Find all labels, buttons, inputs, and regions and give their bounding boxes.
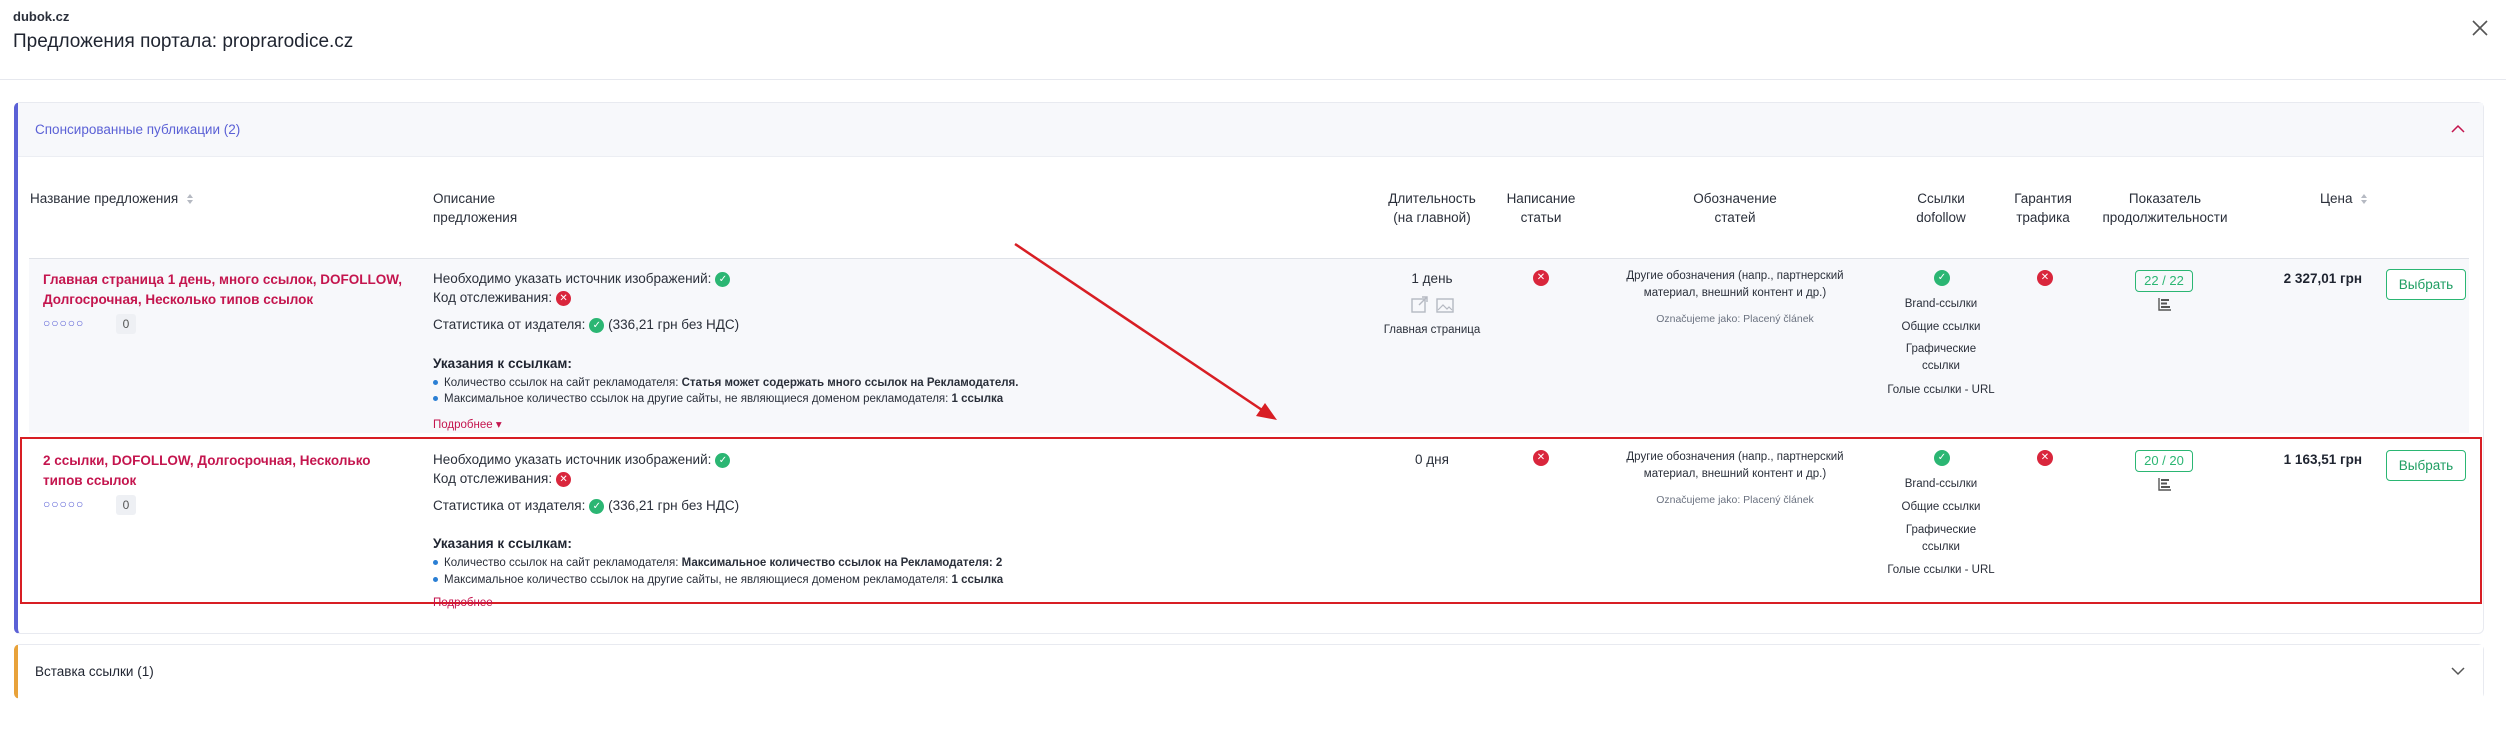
- col-description: Описание предложения: [433, 191, 518, 225]
- check-icon: ✓: [589, 498, 605, 514]
- col-writing: Написание статьи: [1506, 191, 1576, 225]
- col-longevity: Показатель продолжительности: [2102, 191, 2228, 225]
- modal-header: dubok.cz Предложения портала: proprarodi…: [0, 0, 2506, 80]
- sort-icon[interactable]: [186, 193, 194, 205]
- duration-sub: Главная страница: [1383, 324, 1481, 336]
- marking-sub: Označujeme jako: Placený článek: [1656, 313, 1814, 325]
- link-type-general: Общие ссылки: [1901, 501, 1981, 513]
- dofollow-check-icon: ✓: [1934, 450, 1950, 466]
- link-note-item: Максимальное количество ссылок на другие…: [433, 393, 1003, 405]
- col-links: Ссылки dofollow: [1916, 191, 1966, 225]
- chevron-up-icon[interactable]: [2451, 122, 2465, 136]
- traffic-cross-icon: ✕: [2037, 270, 2053, 286]
- section-link-insertion: Вставка ссылки (1): [14, 644, 2484, 699]
- link-type-graphic: Графические ссылки: [1905, 524, 1977, 553]
- link-type-brand: Brand-ссылки: [1904, 298, 1978, 310]
- section-link-insertion-title: Вставка ссылки (1): [35, 664, 154, 679]
- rating-count: 0: [116, 314, 136, 334]
- stats-line: Статистика от издателя: ✓ (336,21 грн без…: [433, 317, 740, 333]
- link-type-graphic: Графические ссылки: [1905, 343, 1977, 372]
- col-duration: Длительность (на главной): [1388, 191, 1476, 225]
- chevron-down-icon[interactable]: [2451, 664, 2465, 678]
- chart-icon[interactable]: [2158, 297, 2172, 311]
- sort-icon[interactable]: [2360, 193, 2368, 205]
- link-notes-title: Указания к ссылкам:: [433, 356, 572, 371]
- traffic-cross-icon: ✕: [2037, 450, 2053, 466]
- rating-count: 0: [116, 495, 136, 515]
- site-name: dubok.cz: [13, 9, 70, 24]
- marking-sub: Označujeme jako: Placený článek: [1656, 494, 1814, 506]
- section-sponsored-header[interactable]: Спонсированные публикации (2): [18, 103, 2483, 157]
- dofollow-check-icon: ✓: [1934, 270, 1950, 286]
- chart-icon[interactable]: [2158, 477, 2172, 491]
- close-icon[interactable]: [2470, 18, 2490, 38]
- tracking-line: Код отслеживания: ✕: [433, 470, 572, 488]
- offer-name-link[interactable]: Главная страница 1 день, много ссылок, D…: [43, 270, 413, 310]
- rating-stars: ○○○○○: [43, 497, 85, 511]
- cross-icon: ✕: [556, 471, 572, 487]
- link-note-item: Максимальное количество ссылок на другие…: [433, 574, 1003, 586]
- price: 1 163,51 грн: [2283, 452, 2362, 467]
- tracking-line: Код отслеживания: ✕: [433, 289, 572, 307]
- page-title: Предложения портала: proprarodice.cz: [13, 31, 354, 52]
- choose-button[interactable]: Выбрать: [2386, 450, 2466, 481]
- external-image-icon: [1411, 296, 1454, 313]
- more-link[interactable]: Подробнее ▾: [433, 417, 502, 431]
- col-traffic: Гарантия трафика: [2014, 191, 2072, 225]
- section-sponsored-title: Спонсированные публикации (2): [35, 122, 241, 137]
- longevity-badge: 20 / 20: [2135, 450, 2193, 472]
- rating-stars: ○○○○○: [43, 316, 85, 330]
- img-source-line: Необходимо указать источник изображений:…: [433, 270, 731, 288]
- img-source-line: Необходимо указать источник изображений:…: [433, 451, 731, 469]
- writing-cross-icon: ✕: [1533, 450, 1549, 466]
- section-link-insertion-header[interactable]: Вставка ссылки (1): [18, 645, 2483, 699]
- marking-text: Другие обозначения (напр., партнерский м…: [1626, 451, 1844, 480]
- offer-name-link[interactable]: 2 ссылки, DOFOLLOW, Долгосрочная, Нескол…: [43, 451, 413, 491]
- writing-cross-icon: ✕: [1533, 270, 1549, 286]
- stats-line: Статистика от издателя: ✓ (336,21 грн без…: [433, 498, 740, 514]
- cross-icon: ✕: [556, 290, 572, 306]
- link-note-item: Количество ссылок на сайт рекламодателя:…: [433, 557, 1002, 569]
- link-type-naked: Голые ссылки - URL: [1887, 564, 1995, 576]
- marking-text: Другие обозначения (напр., партнерский м…: [1626, 270, 1844, 299]
- link-notes-title: Указания к ссылкам:: [433, 536, 572, 551]
- more-link[interactable]: Подробнее: [433, 597, 493, 609]
- longevity-badge: 22 / 22: [2135, 270, 2193, 292]
- check-icon: ✓: [715, 271, 731, 287]
- col-price[interactable]: Цена: [2320, 189, 2368, 208]
- col-name[interactable]: Название предложения: [30, 189, 194, 208]
- check-icon: ✓: [715, 452, 731, 468]
- duration-value: 0 дня: [1415, 452, 1449, 467]
- link-type-general: Общие ссылки: [1901, 321, 1981, 333]
- check-icon: ✓: [589, 317, 605, 333]
- link-note-item: Количество ссылок на сайт рекламодателя:…: [433, 377, 1018, 389]
- link-type-naked: Голые ссылки - URL: [1887, 384, 1995, 396]
- link-type-brand: Brand-ссылки: [1904, 478, 1978, 490]
- duration-value: 1 день: [1411, 271, 1453, 286]
- col-marking: Обозначение статей: [1693, 191, 1777, 225]
- choose-button[interactable]: Выбрать: [2386, 269, 2466, 300]
- price: 2 327,01 грн: [2283, 271, 2362, 286]
